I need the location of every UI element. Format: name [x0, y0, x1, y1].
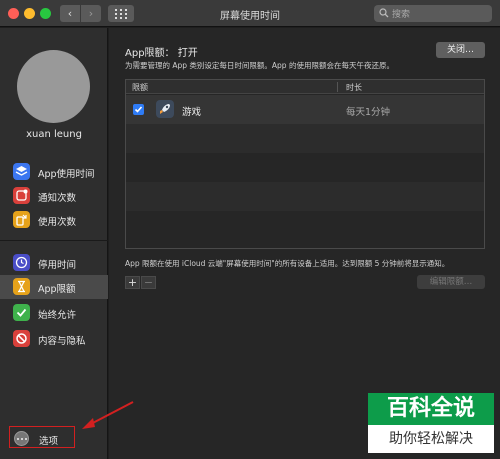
watermark-tagline: 助你轻松解决 [389, 431, 473, 447]
watermark-logo: 百科全说 助你轻松解决 [368, 393, 494, 453]
watermark-title: 百科全说 [368, 393, 494, 425]
annotation-arrow-icon [82, 401, 134, 429]
